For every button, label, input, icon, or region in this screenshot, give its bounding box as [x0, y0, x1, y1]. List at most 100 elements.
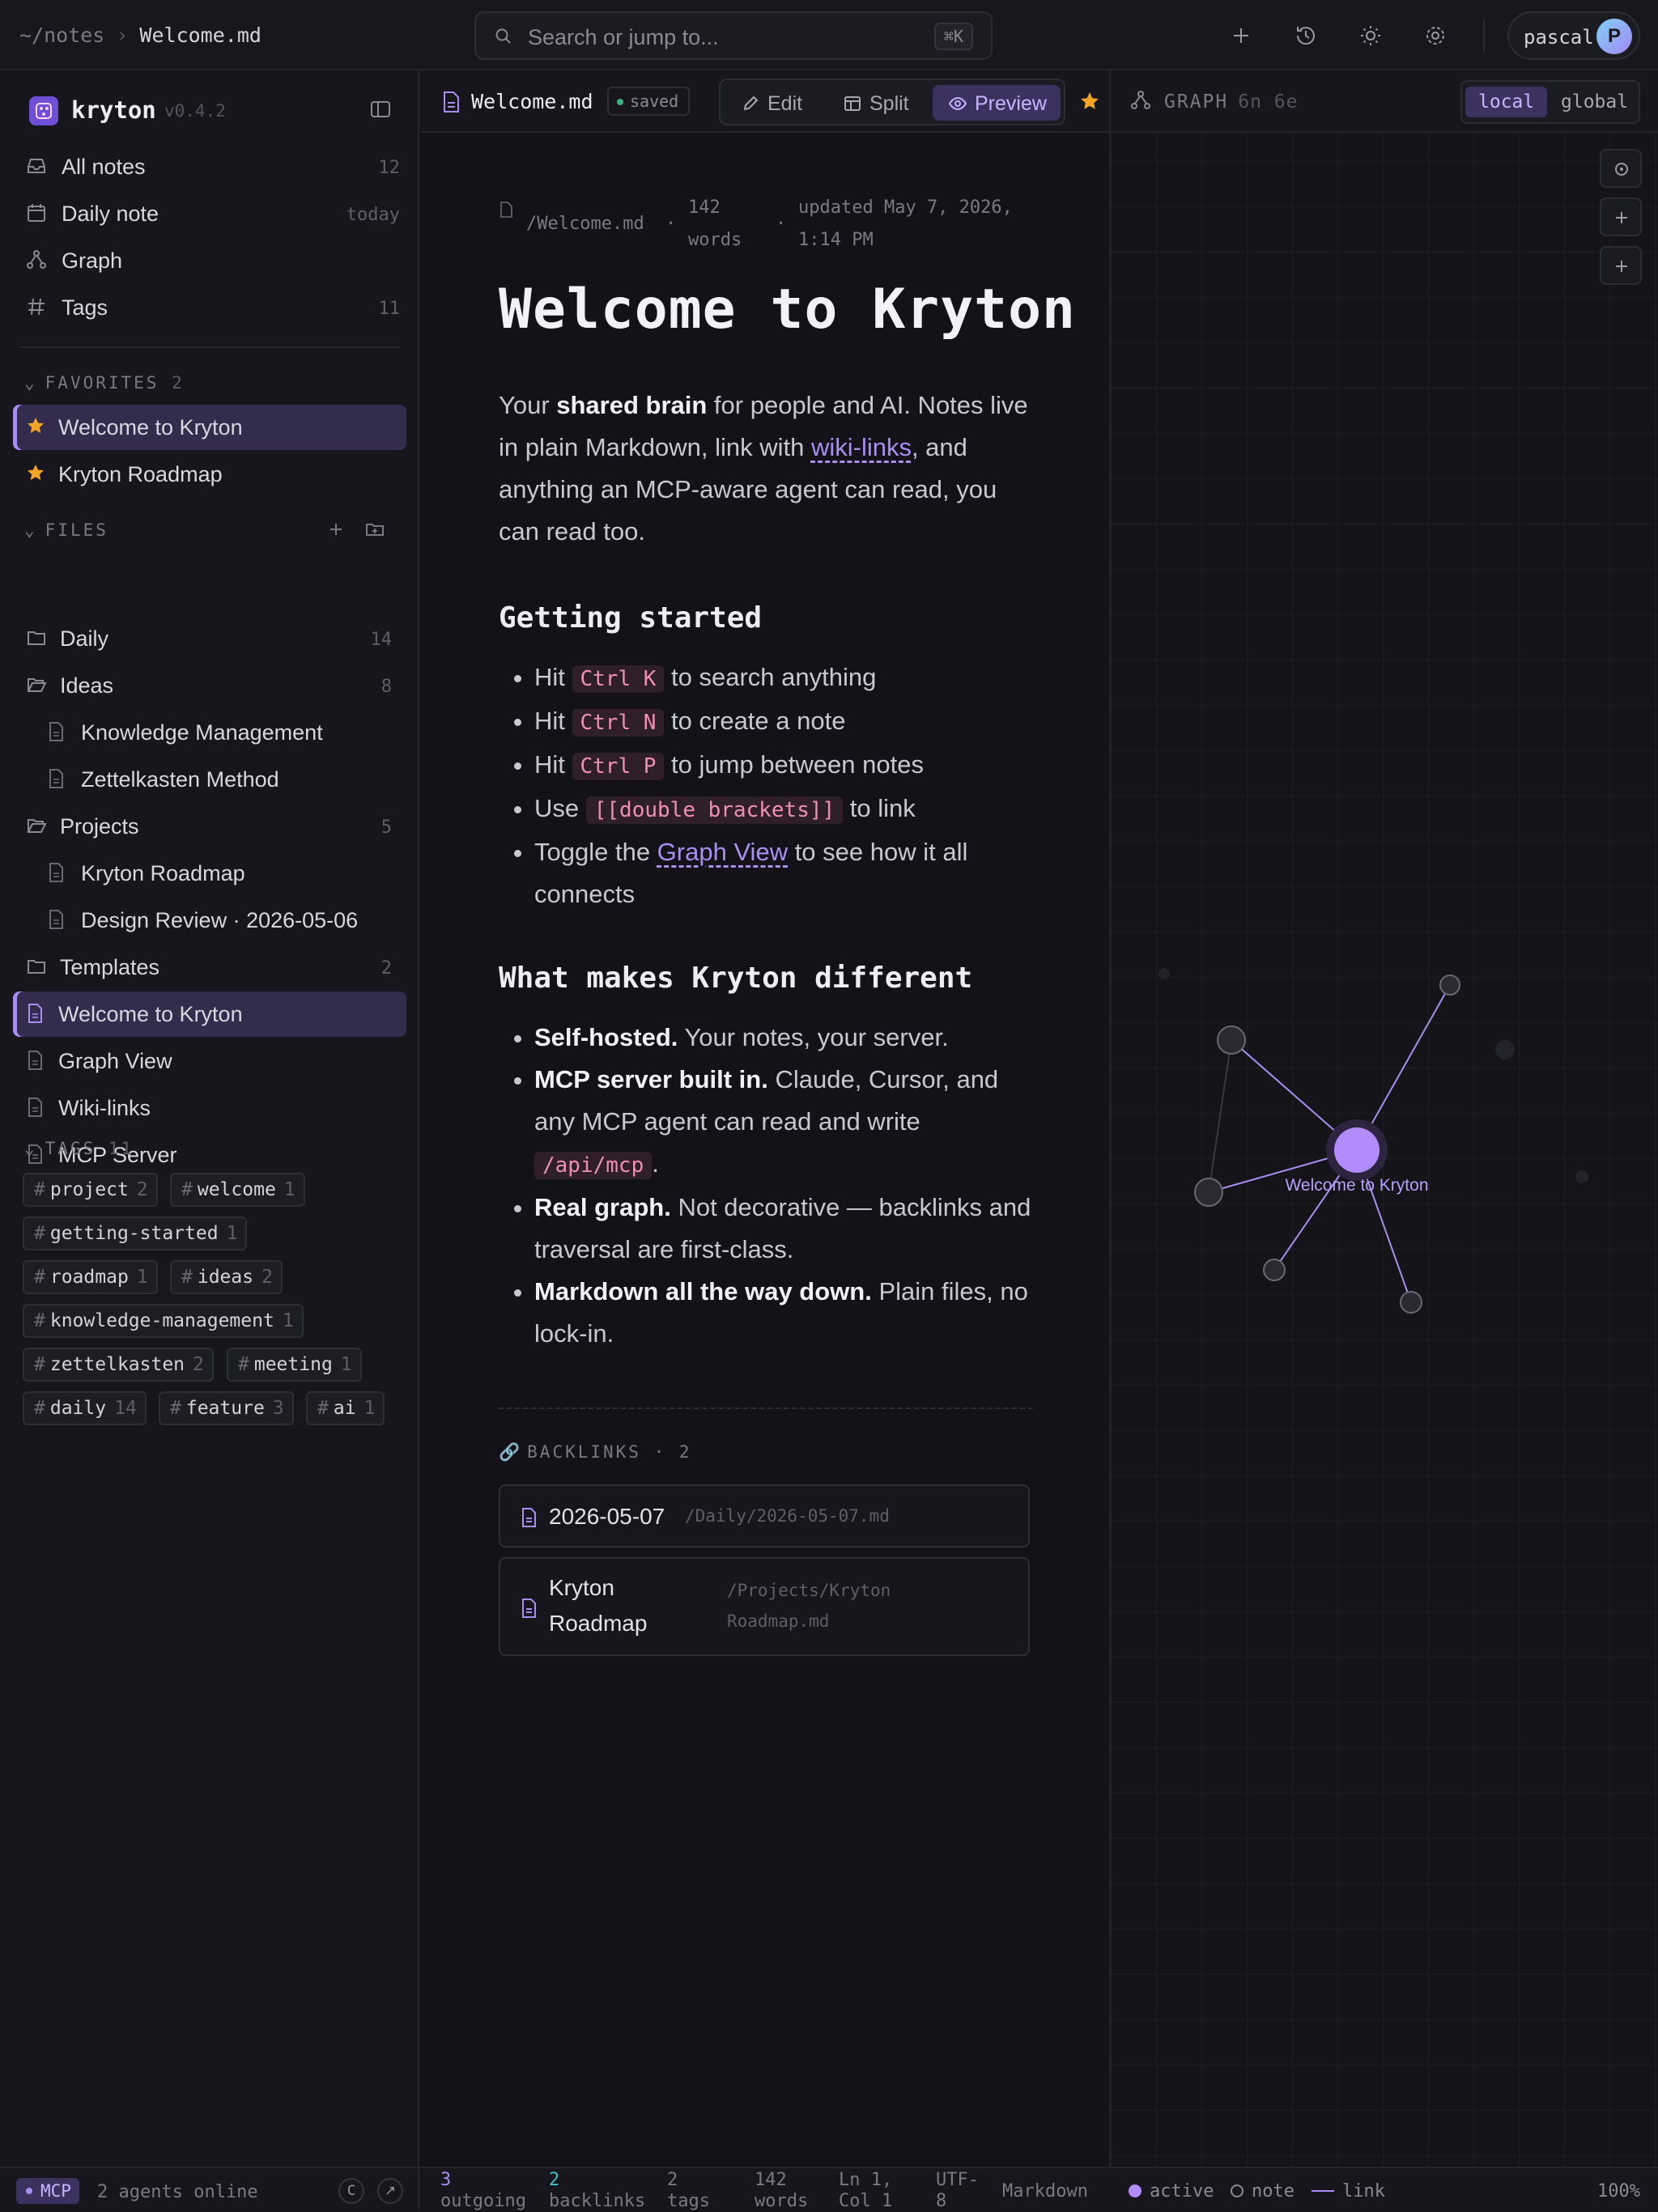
feature-title: Real graph.: [534, 1193, 671, 1221]
plus-icon[interactable]: [1225, 19, 1257, 52]
tag-chip[interactable]: # welcome 1: [170, 1173, 305, 1207]
word-count: 142: [688, 197, 721, 218]
nav-label: All notes: [62, 155, 146, 179]
word-count-label: words: [688, 230, 742, 250]
backlink-name: 2026-05-07: [549, 1504, 665, 1529]
feature-title: Markdown all the way down.: [534, 1277, 872, 1306]
split-icon: [844, 96, 861, 111]
status-outgoing[interactable]: 3 outgoing: [440, 2170, 526, 2212]
updated-date: updated May 7, 2026,: [798, 197, 1013, 218]
tag-count: 2: [193, 1354, 204, 1375]
graph-node[interactable]: [1263, 1259, 1286, 1281]
preview-mode-button[interactable]: Preview: [933, 85, 1061, 121]
top-bar: ~/notes › Welcome.md Search or jump to... …: [0, 0, 1658, 70]
tag-chip[interactable]: # daily 14: [23, 1391, 147, 1425]
tag-chip[interactable]: # knowledge-management 1: [23, 1304, 304, 1338]
graph-node[interactable]: [1400, 1291, 1422, 1314]
nav-all-notes[interactable]: All notes 12: [19, 145, 400, 187]
chevron-down-icon: ⌄: [24, 373, 37, 393]
history-icon[interactable]: [1290, 19, 1322, 52]
inbox-icon: [28, 159, 45, 173]
list-text: Hit: [534, 663, 572, 691]
graph-node[interactable]: [1194, 1178, 1223, 1207]
tag-chip[interactable]: # getting-started 1: [23, 1216, 248, 1250]
backlink-card[interactable]: 2026-05-07 /Daily/2026-05-07.md: [499, 1484, 1030, 1548]
status-language[interactable]: Markdown: [1002, 2181, 1088, 2202]
hash-icon: #: [34, 1310, 45, 1331]
nav-tags[interactable]: Tags 11: [19, 286, 400, 328]
file-item[interactable]: Graph View: [13, 1038, 406, 1084]
graph-view-link[interactable]: Graph View: [657, 838, 788, 866]
editor-pane: Welcome.md saved Edit Split Preview /Wel…: [419, 70, 1109, 2167]
external-link-button[interactable]: ↗: [377, 2178, 403, 2204]
pencil-icon: [743, 96, 759, 111]
tag-chip[interactable]: # zettelkasten 2: [23, 1348, 214, 1382]
nav-daily-note[interactable]: Daily note today: [19, 192, 400, 234]
tag-name: daily: [49, 1398, 107, 1419]
hash-icon: [28, 298, 45, 316]
file-item[interactable]: Design Review · 2026-05-06: [13, 898, 406, 943]
app-name: kryton: [71, 96, 156, 124]
status-backlinks[interactable]: 2 backlinks: [549, 2170, 645, 2212]
tag-chip[interactable]: # project 2: [23, 1173, 158, 1207]
graph-node[interactable]: [1217, 1025, 1246, 1055]
split-mode-button[interactable]: Split: [827, 85, 936, 121]
avatar: P: [1596, 19, 1632, 54]
tag-count: 1: [226, 1223, 238, 1244]
folder-item[interactable]: Templates 2: [13, 945, 406, 990]
tag-chip[interactable]: # ideas 2: [170, 1260, 283, 1294]
file-item[interactable]: Wiki-links: [13, 1085, 406, 1131]
favorite-item[interactable]: Welcome to Kryton: [13, 405, 406, 450]
claude-client-button[interactable]: C: [338, 2178, 364, 2204]
hash-icon: #: [181, 1267, 193, 1288]
breadcrumb-root[interactable]: ~/notes: [19, 23, 104, 47]
edit-mode-button[interactable]: Edit: [725, 85, 826, 121]
user-menu[interactable]: pascal P: [1507, 11, 1640, 60]
status-encoding[interactable]: UTF- 8: [936, 2170, 979, 2212]
tree-label: Design Review · 2026-05-06: [81, 908, 359, 932]
tree-label: Projects: [60, 814, 139, 839]
tag-chip[interactable]: # roadmap 1: [23, 1260, 158, 1294]
tags-header[interactable]: ⌄ TAGS 11: [24, 1139, 134, 1158]
star-icon[interactable]: [1079, 91, 1100, 112]
saved-badge: saved: [607, 87, 691, 116]
gear-icon[interactable]: [1419, 19, 1452, 52]
status-bar: 3 outgoing 2 backlinks 2 tags 142 words Ln 1…: [419, 2167, 1109, 2211]
backlink-card[interactable]: Kryton Roadmap /Projects/Kryton Roadmap.…: [499, 1557, 1030, 1656]
star-icon: [28, 465, 44, 481]
nav-graph[interactable]: Graph: [19, 239, 400, 281]
tag-chip[interactable]: # meeting 1: [227, 1348, 362, 1382]
favorite-item[interactable]: Kryton Roadmap: [13, 452, 406, 497]
favorite-label: Welcome to Kryton: [58, 415, 243, 439]
mcp-badge[interactable]: MCP: [16, 2178, 79, 2204]
graph-node[interactable]: [1439, 974, 1460, 996]
graph-canvas[interactable]: Welcome to Kryton: [1111, 70, 1658, 2167]
list-item: Hit Ctrl P to jump between notes: [534, 744, 1033, 788]
sun-icon[interactable]: [1354, 19, 1387, 52]
tag-chip[interactable]: # feature 3: [159, 1391, 294, 1425]
folder-item[interactable]: Ideas 8: [13, 663, 406, 708]
file-item[interactable]: Welcome to Kryton: [13, 991, 406, 1037]
favorites-header[interactable]: ⌄ FAVORITES 2: [24, 373, 185, 393]
tag-name: getting-started: [49, 1223, 219, 1244]
tag-count: 2: [136, 1179, 148, 1200]
search-input[interactable]: Search or jump to... ⌘K: [474, 11, 993, 60]
graph-active-node[interactable]: [1334, 1127, 1380, 1173]
folder-item[interactable]: Projects 5: [13, 804, 406, 849]
editor-tab[interactable]: Welcome.md: [471, 90, 593, 113]
file-item[interactable]: Kryton Roadmap: [13, 851, 406, 896]
document-path: /Welcome.md: [526, 214, 644, 234]
backlinks-label: backlinks: [549, 2191, 646, 2211]
tag-chip[interactable]: # ai 1: [306, 1391, 385, 1425]
new-folder-icon[interactable]: [364, 519, 385, 540]
sidebar-toggle-icon[interactable]: [369, 98, 392, 121]
tag-name: roadmap: [49, 1267, 129, 1288]
files-header[interactable]: ⌄ FILES: [24, 520, 108, 540]
view-mode-switch: Edit Split Preview: [719, 79, 1065, 125]
words-label: words: [755, 2191, 809, 2211]
new-file-icon[interactable]: [325, 519, 346, 540]
wiki-links-link[interactable]: wiki-links: [811, 433, 912, 461]
file-item[interactable]: Zettelkasten Method: [13, 757, 406, 802]
file-item[interactable]: Knowledge Management: [13, 710, 406, 755]
folder-item[interactable]: Daily 14: [13, 616, 406, 661]
